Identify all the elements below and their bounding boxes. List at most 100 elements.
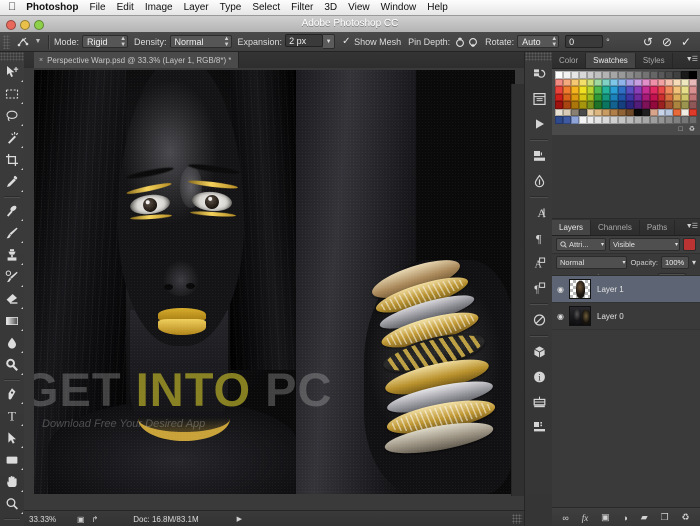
color-swatch[interactable] xyxy=(658,94,666,102)
new-swatch-icon[interactable]: □ xyxy=(678,126,682,133)
apple-icon[interactable]:  xyxy=(8,2,16,13)
color-swatch[interactable] xyxy=(650,116,658,124)
reset-icon[interactable]: ↺ xyxy=(643,36,653,48)
color-swatch[interactable] xyxy=(602,86,610,94)
rotate-select[interactable]: Auto ▲▼ xyxy=(517,35,559,48)
tab-paths[interactable]: Paths xyxy=(640,220,675,235)
color-swatch[interactable] xyxy=(681,71,689,79)
color-swatch[interactable] xyxy=(602,109,610,117)
color-swatch[interactable] xyxy=(594,94,602,102)
color-swatch[interactable] xyxy=(689,79,697,87)
tool-move[interactable] xyxy=(0,61,24,83)
color-swatch[interactable] xyxy=(681,109,689,117)
color-swatch[interactable] xyxy=(634,86,642,94)
tab-channels[interactable]: Channels xyxy=(591,220,640,235)
default-colors-icon[interactable] xyxy=(0,522,24,526)
color-swatch[interactable] xyxy=(563,86,571,94)
color-swatch[interactable] xyxy=(602,116,610,124)
color-swatch[interactable] xyxy=(610,116,618,124)
color-swatch[interactable] xyxy=(658,116,666,124)
document-icon-1[interactable]: ▣ xyxy=(77,515,85,524)
table-row[interactable]: ◉ Layer 1 xyxy=(552,276,700,303)
show-mesh-checkbox[interactable]: ✓ xyxy=(342,37,351,46)
color-swatch[interactable] xyxy=(665,79,673,87)
color-swatch[interactable] xyxy=(626,101,634,109)
zoom-level[interactable]: 33.33% xyxy=(29,515,77,524)
maximize-icon[interactable] xyxy=(34,20,44,30)
tool-magic-wand[interactable] xyxy=(0,127,24,149)
layer-mask-icon[interactable]: ▣ xyxy=(601,512,610,523)
dock-grip[interactable] xyxy=(525,52,553,61)
menu-item-type[interactable]: Type xyxy=(220,2,242,13)
color-swatch[interactable] xyxy=(658,71,666,79)
color-swatch[interactable] xyxy=(681,101,689,109)
menu-item-image[interactable]: Image xyxy=(145,2,173,13)
color-swatch[interactable] xyxy=(681,86,689,94)
color-swatch[interactable] xyxy=(555,109,563,117)
opacity-input[interactable]: 100% xyxy=(661,256,689,269)
color-swatch[interactable] xyxy=(594,101,602,109)
color-swatch[interactable] xyxy=(555,79,563,87)
color-swatch[interactable] xyxy=(587,101,595,109)
blend-mode-select[interactable]: Normal ▾ xyxy=(556,256,627,269)
color-swatch[interactable] xyxy=(587,71,595,79)
opacity-stepper-icon[interactable]: ▾ xyxy=(692,258,696,267)
color-swatch[interactable] xyxy=(555,101,563,109)
color-swatch[interactable] xyxy=(634,101,642,109)
color-swatch[interactable] xyxy=(610,79,618,87)
tool-history-brush[interactable] xyxy=(0,266,24,288)
3d-panel-icon[interactable] xyxy=(525,339,553,364)
color-swatch[interactable] xyxy=(681,116,689,124)
menu-item-photoshop[interactable]: Photoshop xyxy=(26,2,78,13)
color-swatch[interactable] xyxy=(681,79,689,87)
color-swatch[interactable] xyxy=(618,94,626,102)
info-panel-icon[interactable]: i xyxy=(525,364,553,389)
menu-item-window[interactable]: Window xyxy=(381,2,417,13)
layer-thumbnail[interactable] xyxy=(569,306,591,326)
timeline-panel-icon[interactable] xyxy=(525,389,553,414)
tab-swatches[interactable]: Swatches xyxy=(586,53,636,68)
color-swatch[interactable] xyxy=(634,116,642,124)
color-swatch[interactable] xyxy=(642,116,650,124)
color-swatch[interactable] xyxy=(626,86,634,94)
menu-item-select[interactable]: Select xyxy=(252,2,280,13)
tool-path-selection[interactable] xyxy=(0,427,24,449)
color-swatch[interactable] xyxy=(689,94,697,102)
adjustments-panel-icon[interactable] xyxy=(525,168,553,193)
color-swatch[interactable] xyxy=(673,71,681,79)
color-swatch[interactable] xyxy=(689,101,697,109)
styles-panel-icon[interactable] xyxy=(525,307,553,332)
tab-layers[interactable]: Layers xyxy=(552,220,591,235)
color-swatch[interactable] xyxy=(673,79,681,87)
status-bar-grip[interactable] xyxy=(512,514,522,524)
color-swatch[interactable] xyxy=(610,94,618,102)
color-swatch[interactable] xyxy=(618,101,626,109)
color-swatch[interactable] xyxy=(563,79,571,87)
color-swatch[interactable] xyxy=(634,71,642,79)
color-swatch[interactable] xyxy=(681,94,689,102)
color-swatch[interactable] xyxy=(650,109,658,117)
tools-palette-grip[interactable] xyxy=(0,52,24,61)
tool-brush[interactable] xyxy=(0,222,24,244)
color-swatch[interactable] xyxy=(665,86,673,94)
color-swatch[interactable] xyxy=(579,116,587,124)
link-layers-icon[interactable]: ∞ xyxy=(562,513,568,523)
color-swatch[interactable] xyxy=(579,101,587,109)
close-icon[interactable]: × xyxy=(39,57,43,64)
color-swatch[interactable] xyxy=(650,86,658,94)
canvas-vertical-scrollbar[interactable] xyxy=(511,84,524,496)
filter-kind-select[interactable]: Visible ▾ xyxy=(609,238,680,251)
color-swatch[interactable] xyxy=(555,86,563,94)
color-swatch[interactable] xyxy=(587,86,595,94)
tool-horizontal-type[interactable]: T xyxy=(0,405,24,427)
color-swatch[interactable] xyxy=(587,94,595,102)
color-swatch[interactable] xyxy=(673,86,681,94)
color-swatch[interactable] xyxy=(563,94,571,102)
color-swatch[interactable] xyxy=(587,79,595,87)
color-swatch[interactable] xyxy=(658,86,666,94)
color-swatch[interactable] xyxy=(626,116,634,124)
tool-pen[interactable] xyxy=(0,383,24,405)
tool-spot-healing-brush[interactable] xyxy=(0,200,24,222)
color-swatch[interactable] xyxy=(634,109,642,117)
notes-panel-icon[interactable] xyxy=(525,86,553,111)
